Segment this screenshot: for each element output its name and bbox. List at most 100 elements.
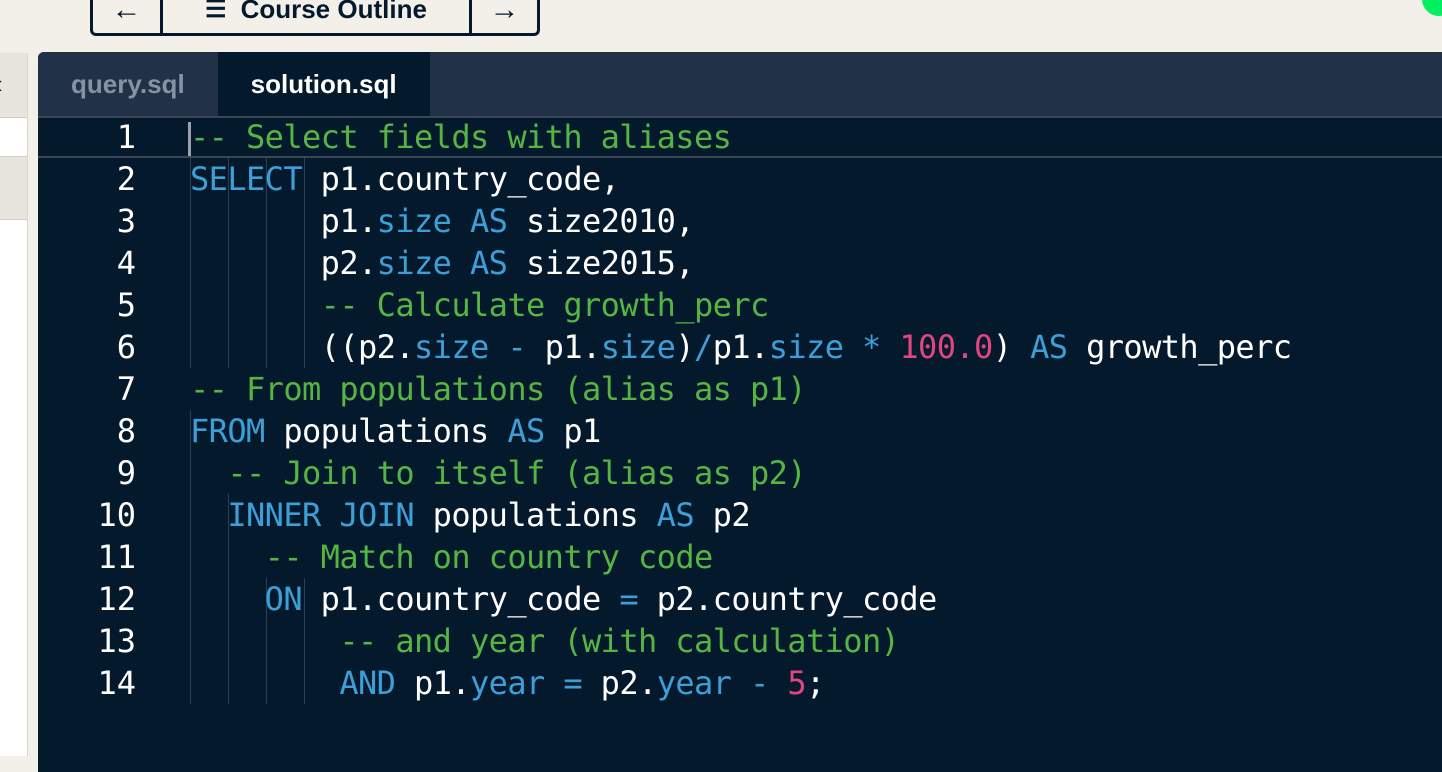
code-token: = [619,580,639,618]
code-token: p2. [190,244,378,282]
code-line[interactable]: 9 -- Join to itself (alias as p2) [38,452,1442,494]
code-token: size [376,244,452,282]
course-outline-button[interactable]: ☰ Course Outline [163,0,472,33]
line-number: 1 [116,118,136,156]
left-panel-item[interactable] [0,156,27,220]
left-panel-header[interactable]: ‹ [0,53,27,118]
code-token: -- Select fields with aliases [190,118,732,156]
code-text: -- Calculate growth_perc [190,284,770,326]
code-token: ((p2. [190,328,415,366]
line-number: 8 [116,412,136,450]
line-number: 14 [97,664,136,702]
code-token: size [600,328,676,366]
code-token: -- From populations (alias as p1) [190,370,807,408]
code-token: -- and year (with calculation) [339,622,900,660]
code-token: populations [414,496,657,534]
previous-exercise-button[interactable]: ← [93,0,164,33]
hamburger-icon: ☰ [205,0,227,23]
line-number: 10 [97,496,136,534]
code-token: populations [264,412,508,450]
next-exercise-button[interactable]: → [472,0,537,33]
code-text: -- Match on country code [190,536,714,578]
code-token: size2015, [507,244,695,282]
code-text: p2.size AS size2015, [190,242,695,284]
code-token: size [414,328,489,366]
code-line[interactable]: 1 -- Select fields with aliases [38,116,1442,158]
code-token: p1.country_code [302,580,620,618]
code-text: -- Select fields with aliases [190,118,732,156]
code-text: FROM populations AS p1 [190,410,601,452]
line-number: 9 [116,454,136,492]
code-area[interactable]: 1 -- Select fields with aliases 2 SELECT p1… [38,116,1442,772]
line-number: 12 [97,580,136,618]
code-token: * [862,328,881,366]
code-text: -- Join to itself (alias as p2) [190,452,806,494]
code-token: 5 [787,664,807,702]
code-token: p1.country_code, [302,160,620,198]
code-token: AND [339,664,396,702]
code-token: p1. [190,202,378,240]
code-token: SELECT [190,160,303,198]
code-token: INNER JOIN [227,496,415,534]
code-line[interactable]: 12 ON p1.country_code = p2.country_code [38,578,1442,620]
code-line[interactable]: 7 -- From populations (alias as p1) [38,368,1442,410]
code-token: p1 [544,412,601,450]
code-text: AND p1.year = p2.year - 5; [190,662,825,704]
status-indicator [1422,0,1442,16]
code-token: -- Join to itself (alias as p2) [227,454,806,492]
code-token: = [563,664,583,702]
code-token: AS [1030,328,1068,366]
code-line[interactable]: 13 -- and year (with calculation) [38,620,1442,662]
code-token: - [750,664,769,702]
line-number: 5 [116,286,136,324]
line-number: 3 [116,202,136,240]
text-cursor [188,122,191,156]
code-line[interactable]: 2 SELECT p1.country_code, [38,158,1442,200]
line-number: 6 [116,328,136,366]
code-line[interactable]: 14 AND p1.year = p2.year - 5; [38,662,1442,704]
course-navigation: ← ☰ Course Outline → [90,0,540,36]
code-token: -- Match on country code [264,538,714,576]
course-outline-label: Course Outline [240,0,427,24]
code-text: p1.size AS size2010, [190,200,695,242]
code-token: p1. [395,664,471,702]
code-token: 100.0 [899,328,993,366]
code-token: p2 [694,496,751,534]
code-line[interactable]: 4 p2.size AS size2015, [38,242,1442,284]
code-token: AS [470,202,508,240]
code-token: size [376,202,452,240]
code-token: year [656,664,732,702]
code-line[interactable]: 10 INNER JOIN populations AS p2 [38,494,1442,536]
code-token: AS [656,496,695,534]
code-token: / [694,328,713,366]
code-token: ; [806,664,825,702]
code-token: ) [992,328,1031,366]
code-editor: query.sql solution.sql 1 -- Select fields… [38,52,1442,772]
code-line[interactable]: 3 p1.size AS size2010, [38,200,1442,242]
code-token: p2.country_code [638,580,938,618]
code-token: AS [507,412,545,450]
tab-solution-sql[interactable]: solution.sql [217,52,430,116]
code-text: SELECT p1.country_code, [190,158,620,200]
line-number: 4 [116,244,136,282]
code-line[interactable]: 8 FROM populations AS p1 [38,410,1442,452]
code-text: ((p2.size - p1.size)/p1.size * 100.0) AS… [190,326,1292,368]
code-text: -- and year (with calculation) [190,620,900,662]
code-line[interactable]: 6 ((p2.size - p1.size)/p1.size * 100.0) … [38,326,1442,368]
tab-query-sql[interactable]: query.sql [38,52,218,116]
code-line[interactable]: 5 -- Calculate growth_perc [38,284,1442,326]
code-token: size2010, [507,202,695,240]
chevron-left-icon: ‹ [0,69,3,100]
code-line[interactable]: 11 -- Match on country code [38,536,1442,578]
left-panel: ‹ [0,53,28,756]
